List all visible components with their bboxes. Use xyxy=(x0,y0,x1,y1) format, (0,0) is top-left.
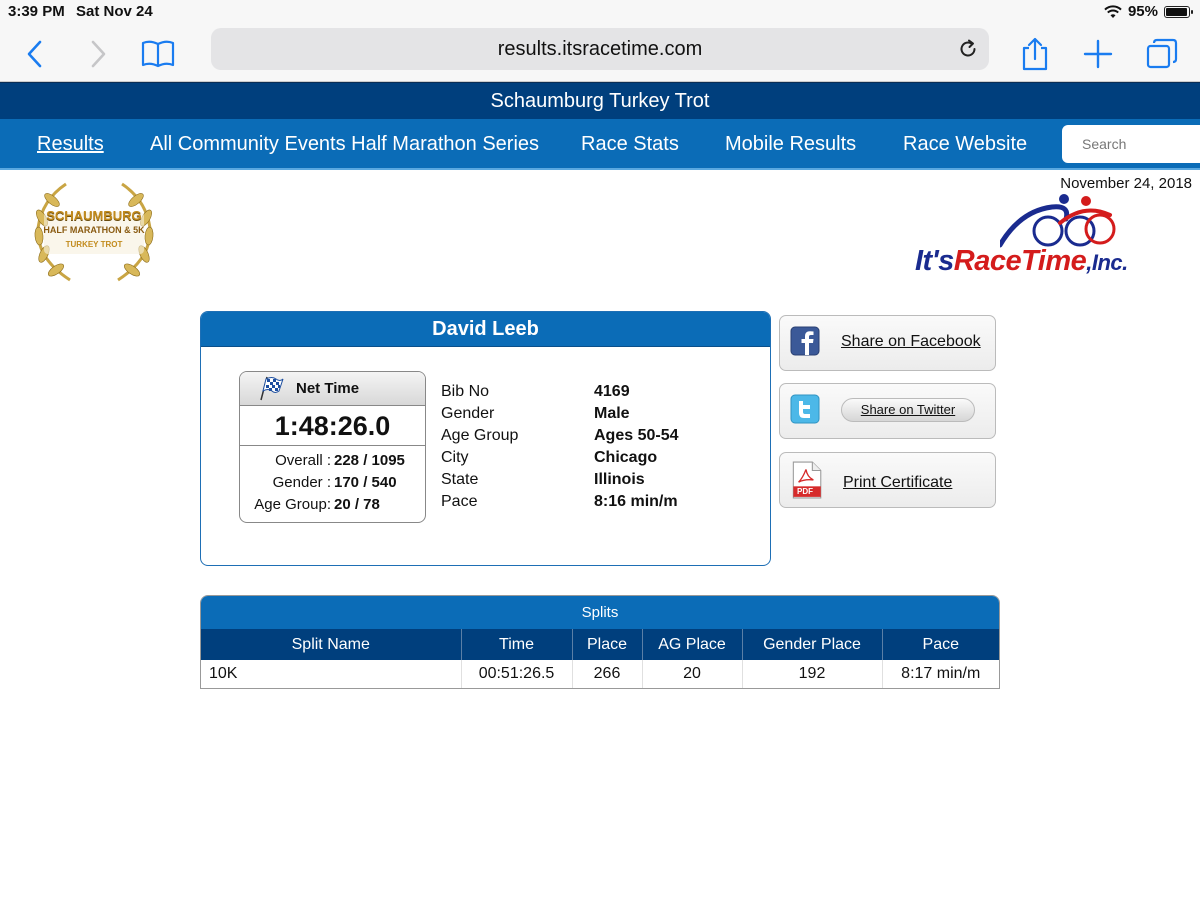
detail-value: 8:16 min/m xyxy=(594,493,678,510)
net-time-box: Net Time 1:48:26.0 Overall : 228 / 1095 … xyxy=(239,371,426,523)
facebook-icon xyxy=(790,326,820,356)
rank-value: 228 / 1095 xyxy=(334,452,405,469)
column-header: Gender Place xyxy=(742,629,883,660)
table-cell: 00:51:26.5 xyxy=(461,660,573,688)
column-header: Time xyxy=(461,629,573,660)
site-title: Schaumburg Turkey Trot xyxy=(0,82,1200,119)
company-logo: It'sRaceTime,Inc. xyxy=(915,193,1200,283)
company-logo-text: It'sRaceTime,Inc. xyxy=(915,245,1128,278)
table-cell: 266 xyxy=(572,660,643,688)
detail-value: Male xyxy=(594,405,630,422)
table-cell: 8:17 min/m xyxy=(901,665,981,682)
detail-pace: Pace 8:16 min/m xyxy=(441,493,741,515)
detail-value: Chicago xyxy=(594,449,658,466)
splits-header-row: Split Name Time Place AG Place Gender Pl… xyxy=(201,629,999,660)
detail-bib: Bib No 4169 xyxy=(441,383,741,405)
main-nav: Results All Community Events Half Marath… xyxy=(0,119,1200,170)
logo-text-inc: ,Inc. xyxy=(1086,250,1128,275)
pdf-badge-text: PDF xyxy=(797,487,813,496)
splits-title: Splits xyxy=(201,596,999,629)
share-icon[interactable] xyxy=(1017,36,1053,72)
net-time-label: Net Time xyxy=(296,380,360,397)
search-input[interactable] xyxy=(1062,125,1200,163)
event-logo: SCHAUMBURG HALF MARATHON & 5K TURKEY TRO… xyxy=(30,178,158,290)
detail-city: City Chicago xyxy=(441,449,741,471)
detail-label: State xyxy=(441,471,479,488)
share-twitter-label: Share on Twitter xyxy=(841,398,975,422)
share-facebook-button[interactable]: Share on Facebook xyxy=(779,315,996,371)
event-logo-line3: TURKEY TROT xyxy=(65,240,123,249)
back-icon[interactable] xyxy=(18,36,54,72)
runner-name: David Leeb xyxy=(201,312,770,347)
nav-mobile-results[interactable]: Mobile Results xyxy=(725,133,856,156)
wifi-icon xyxy=(1104,4,1122,18)
nav-community-events[interactable]: All Community Events Half Marathon Serie… xyxy=(150,133,539,156)
splits-grid: Split Name Time Place AG Place Gender Pl… xyxy=(201,629,999,688)
event-logo-line2: HALF MARATHON & 5K xyxy=(43,225,145,235)
nav-race-website[interactable]: Race Website xyxy=(903,133,1027,156)
rank-label: Age Group: xyxy=(254,496,331,513)
nav-results[interactable]: Results xyxy=(37,133,104,156)
detail-label: Pace xyxy=(441,493,478,510)
url-text: results.itsracetime.com xyxy=(497,38,703,60)
rank-value: 170 / 540 xyxy=(334,474,397,491)
rank-gender: Gender : 170 / 540 xyxy=(240,471,425,493)
rank-label: Gender : xyxy=(272,474,331,491)
tabs-icon[interactable] xyxy=(1144,36,1180,72)
rank-rows: Overall : 228 / 1095 Gender : 170 / 540 … xyxy=(240,446,425,515)
forward-icon[interactable] xyxy=(80,36,116,72)
column-header: Pace xyxy=(882,629,999,660)
detail-label: City xyxy=(441,449,469,466)
share-facebook-label: Share on Facebook xyxy=(841,333,981,350)
detail-value: 4169 xyxy=(594,383,630,400)
table-row: 10K 00:51:26.5 266 20 192 8:17 min/m xyxy=(201,660,999,688)
rank-overall: Overall : 228 / 1095 xyxy=(240,449,425,471)
bookmarks-icon[interactable] xyxy=(140,36,176,72)
nav-race-stats[interactable]: Race Stats xyxy=(581,133,679,156)
status-date: Sat Nov 24 xyxy=(76,3,153,20)
detail-label: Gender xyxy=(441,405,495,422)
address-bar[interactable]: results.itsracetime.com xyxy=(211,28,989,70)
battery-percent: 95% xyxy=(1127,3,1158,20)
share-twitter-button[interactable]: Share on Twitter xyxy=(779,383,996,439)
browser-toolbar: results.itsracetime.com xyxy=(0,24,1200,82)
twitter-icon xyxy=(790,394,820,424)
runner-card: David Leeb Net Time 1:48:26.0 Overall : … xyxy=(200,311,771,566)
detail-label: Age Group xyxy=(441,427,519,444)
event-logo-line1: SCHAUMBURG xyxy=(46,208,142,223)
rank-age-group: Age Group: 20 / 78 xyxy=(240,493,425,515)
rank-value: 20 / 78 xyxy=(334,496,380,513)
splits-table: Splits Split Name Time Place AG Place Ge… xyxy=(200,595,1000,689)
detail-value: Ages 50-54 xyxy=(594,427,679,444)
table-cell: 192 xyxy=(742,660,883,688)
logo-text-racetime: RaceTime xyxy=(953,245,1087,277)
print-certificate-label: Print Certificate xyxy=(843,474,953,491)
battery-icon xyxy=(1164,5,1193,18)
new-tab-icon[interactable] xyxy=(1080,36,1116,72)
net-time-header: Net Time xyxy=(240,372,425,406)
column-header: Place xyxy=(572,629,643,660)
detail-age-group: Age Group Ages 50-54 xyxy=(441,427,741,449)
checkered-flag-icon xyxy=(260,376,284,401)
detail-value: Illinois xyxy=(594,471,645,488)
runner-details: Bib No 4169 Gender Male Age Group Ages 50-5… xyxy=(441,383,741,515)
battery-level xyxy=(1166,7,1187,16)
rank-label: Overall : xyxy=(275,452,331,469)
cyclist-icon xyxy=(1000,194,1116,248)
detail-state: State Illinois xyxy=(441,471,741,493)
logo-text-its: It's xyxy=(915,245,954,277)
status-time: 3:39 PM xyxy=(8,3,65,20)
status-right: 95% xyxy=(1104,3,1193,20)
print-certificate-button[interactable]: PDF Print Certificate xyxy=(779,452,996,508)
status-bar: 3:39 PM Sat Nov 24 95% xyxy=(0,0,1200,24)
detail-label: Bib No xyxy=(441,383,490,400)
table-cell: 10K xyxy=(201,660,462,688)
net-time-value: 1:48:26.0 xyxy=(240,406,425,446)
detail-gender: Gender Male xyxy=(441,405,741,427)
reload-icon[interactable] xyxy=(957,38,979,60)
race-date: November 24, 2018 xyxy=(1060,175,1192,192)
column-header: Split Name xyxy=(201,629,462,660)
column-header: AG Place xyxy=(642,629,743,660)
table-cell: 20 xyxy=(642,660,743,688)
